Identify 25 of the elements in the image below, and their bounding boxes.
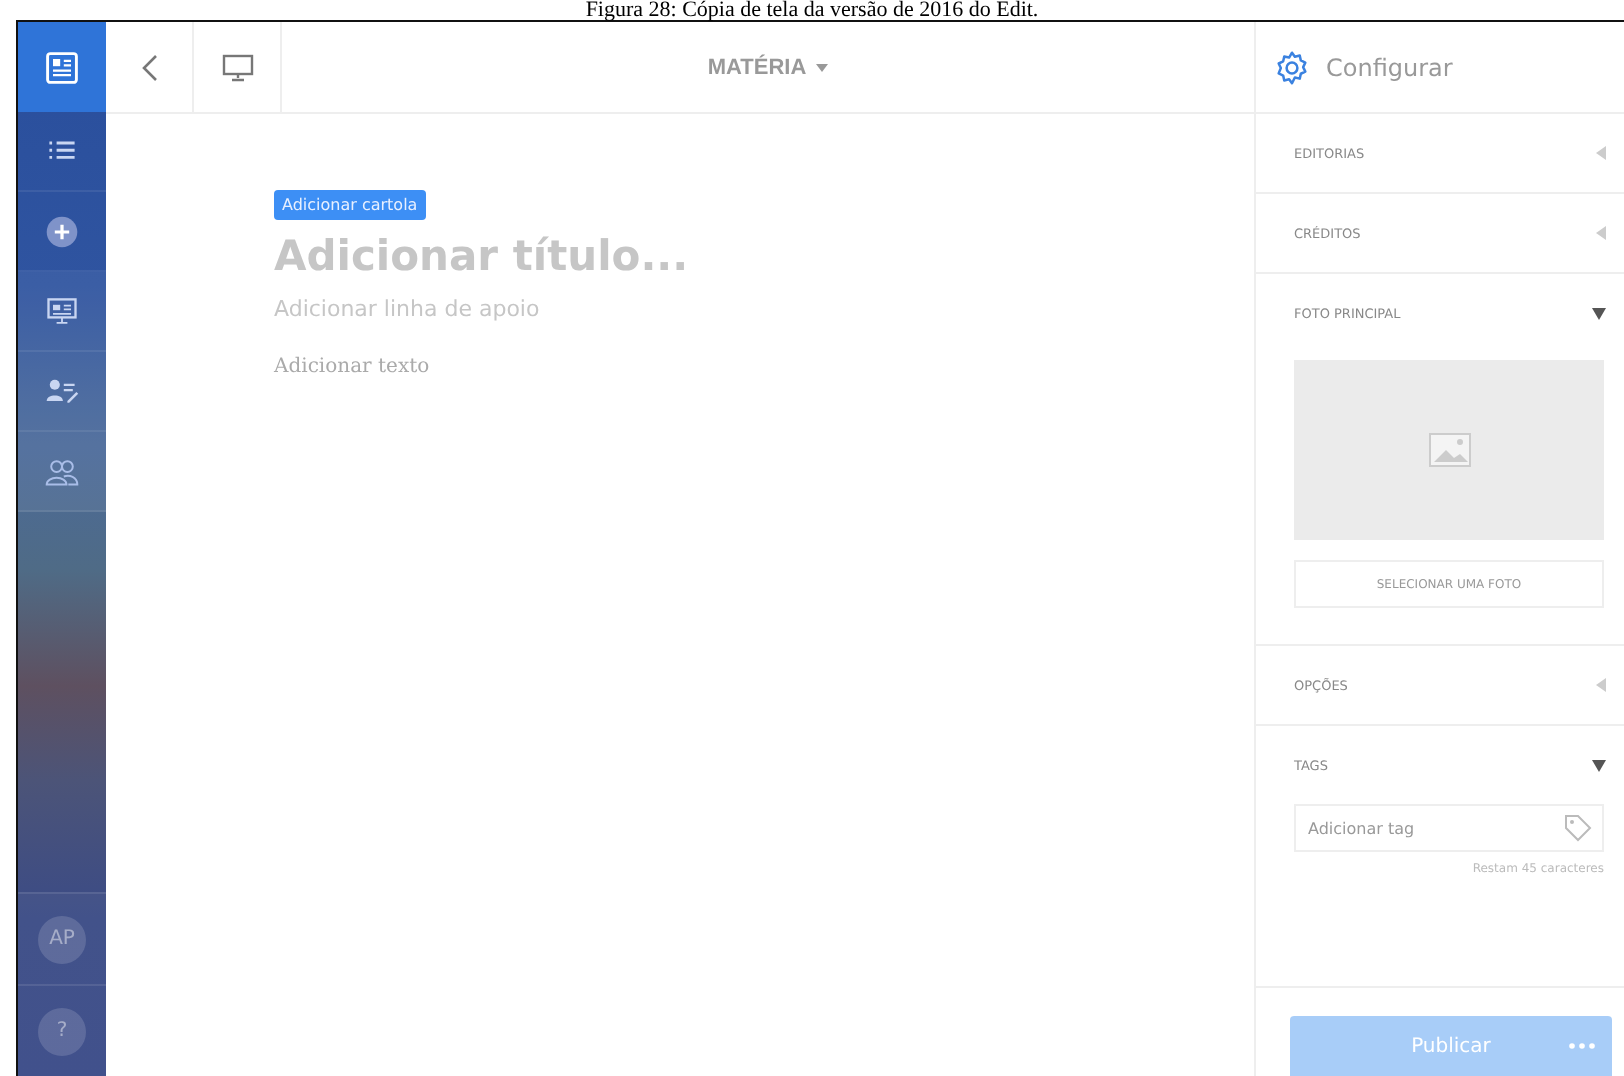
sidebar-item[interactable] bbox=[18, 272, 106, 352]
sidebar-item[interactable] bbox=[18, 432, 106, 512]
title-field[interactable]: Adicionar título... bbox=[274, 232, 689, 280]
article-button[interactable] bbox=[18, 22, 106, 112]
article-icon bbox=[44, 49, 80, 85]
figure-caption: Figura 28: Cópia de tela da versão de 2016 do Edit. bbox=[583, 0, 1041, 20]
monitor-icon bbox=[44, 293, 80, 329]
image-icon bbox=[1427, 432, 1471, 468]
add-icon bbox=[44, 213, 80, 249]
settings-icon bbox=[1274, 49, 1310, 85]
publish-button[interactable]: Publicar bbox=[1290, 1016, 1612, 1076]
sidebar-item[interactable] bbox=[18, 352, 106, 432]
subtitle-field[interactable]: Adicionar linha de apoio bbox=[274, 296, 540, 322]
configure-label[interactable]: Configurar bbox=[1326, 53, 1453, 81]
monitor-icon bbox=[221, 53, 253, 81]
body-text-field[interactable]: Adicionar texto bbox=[274, 356, 430, 378]
tag-icon bbox=[1564, 814, 1592, 842]
document-type-dropdown[interactable]: MATÉRIA bbox=[703, 51, 833, 83]
back-icon bbox=[139, 53, 159, 81]
tag-input-field[interactable]: Adicionar tag bbox=[1294, 804, 1604, 852]
add-kicker-button[interactable]: Adicionar cartola bbox=[274, 190, 426, 220]
caret-icon bbox=[816, 63, 829, 71]
help-button[interactable]: ? bbox=[38, 1007, 86, 1055]
user-avatar[interactable]: AP bbox=[38, 915, 86, 963]
more-icon bbox=[1568, 1042, 1596, 1050]
